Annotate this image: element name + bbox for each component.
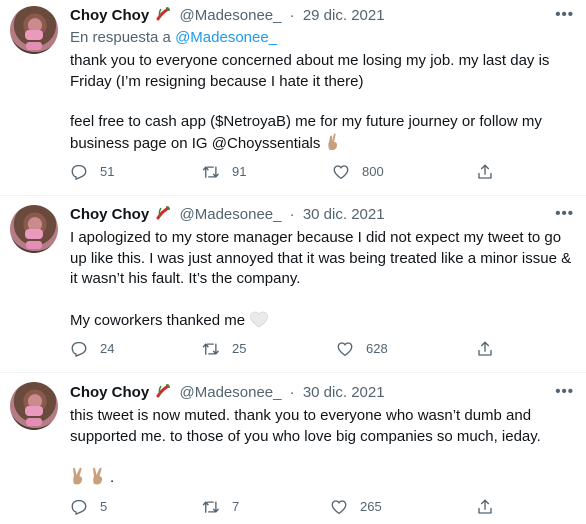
share-icon: [478, 164, 492, 179]
retweet-icon: [202, 166, 219, 178]
like-count: 265: [360, 499, 382, 514]
tweet-header: Choy Choy @Madesonee_ · 29 dic. 2021: [70, 6, 385, 26]
share-icon: [478, 341, 492, 356]
reply-button[interactable]: 51: [70, 163, 114, 181]
retweet-button[interactable]: 91: [202, 163, 246, 181]
tweet-paragraph: I apologized to my store manager because…: [70, 229, 572, 287]
tweet-header: Choy Choy @Madesonee_ · 30 dic. 2021: [70, 383, 385, 403]
retweet-icon: [202, 501, 219, 513]
tweet-paragraph: .: [70, 467, 572, 489]
like-icon: [331, 500, 347, 515]
tweet-actions: 24 25 628: [70, 340, 500, 360]
separator-dot: ·: [289, 206, 295, 223]
tweet-text: I apologized to my store manager because…: [70, 228, 572, 331]
author-handle[interactable]: @Madesonee_: [180, 384, 282, 401]
tweet-actions: 5 7 265: [70, 498, 500, 518]
white-heart-emoji-icon: [250, 311, 269, 327]
retweet-count: 25: [232, 341, 247, 356]
like-count: 628: [366, 341, 388, 356]
reply-count: 24: [100, 341, 115, 356]
retweet-count: 7: [232, 499, 240, 514]
tweet-date[interactable]: 29 dic. 2021: [303, 7, 385, 24]
pepper-emoji-icon: [156, 384, 171, 398]
like-button[interactable]: 265: [330, 498, 382, 516]
tweet-2[interactable]: Choy Choy @Madesonee_ · 30 dic. 2021 •••…: [0, 197, 586, 373]
reply-to-link[interactable]: @Madesonee_: [175, 29, 277, 46]
reply-count: 51: [100, 164, 115, 179]
tweet-paragraph: this tweet is now muted. thank you to ev…: [70, 407, 541, 445]
reply-count: 5: [100, 499, 108, 514]
crossed-fingers-emoji-icon: [327, 132, 337, 150]
victory-hand-emoji-icon: [93, 467, 103, 485]
tweet-header: Choy Choy @Madesonee_ · 30 dic. 2021: [70, 205, 385, 225]
retweet-count: 91: [232, 164, 247, 179]
author-name[interactable]: Choy Choy: [70, 7, 149, 24]
like-button[interactable]: 800: [332, 163, 384, 181]
reply-icon: [71, 164, 87, 180]
tweet-3[interactable]: Choy Choy @Madesonee_ · 30 dic. 2021 •••…: [0, 374, 586, 524]
share-button[interactable]: [476, 163, 506, 181]
author-handle[interactable]: @Madesonee_: [180, 206, 282, 223]
separator-dot: ·: [289, 7, 295, 24]
author-name[interactable]: Choy Choy: [70, 384, 149, 401]
like-icon: [333, 165, 349, 180]
reply-prefix: En respuesta a: [70, 29, 171, 46]
tweet-paragraph: thank you to everyone concerned about me…: [70, 52, 550, 90]
retweet-button[interactable]: 7: [202, 498, 239, 516]
tweet-text: this tweet is now muted. thank you to ev…: [70, 406, 572, 489]
more-icon[interactable]: •••: [555, 383, 574, 400]
tweet-1[interactable]: Choy Choy @Madesonee_ · 29 dic. 2021 •••…: [0, 0, 586, 196]
share-button[interactable]: [476, 340, 506, 358]
separator-dot: ·: [289, 384, 295, 401]
tweet-paragraph: feel free to cash app ($NetroyaB) me for…: [70, 113, 542, 152]
avatar[interactable]: [10, 382, 58, 430]
like-count: 800: [362, 164, 384, 179]
tweet-date[interactable]: 30 dic. 2021: [303, 384, 385, 401]
reply-context: En respuesta a @Madesonee_: [70, 29, 277, 46]
author-name[interactable]: Choy Choy: [70, 206, 149, 223]
tweet-date[interactable]: 30 dic. 2021: [303, 206, 385, 223]
pepper-emoji-icon: [156, 206, 171, 220]
like-icon: [337, 342, 353, 357]
reply-icon: [71, 341, 87, 357]
like-button[interactable]: 628: [336, 340, 388, 358]
share-button[interactable]: [476, 498, 506, 516]
pepper-emoji-icon: [156, 7, 171, 21]
victory-hand-emoji-icon: [73, 467, 83, 485]
reply-button[interactable]: 5: [70, 498, 107, 516]
tweet-actions: 51 91 800: [70, 163, 500, 183]
tweet-text: thank you to everyone concerned about me…: [70, 51, 572, 154]
reply-button[interactable]: 24: [70, 340, 114, 358]
avatar[interactable]: [10, 6, 58, 54]
tweet-paragraph: My coworkers thanked me: [70, 310, 572, 332]
share-icon: [478, 499, 492, 514]
retweet-icon: [202, 343, 219, 355]
avatar[interactable]: [10, 205, 58, 253]
more-icon[interactable]: •••: [555, 205, 574, 222]
more-icon[interactable]: •••: [555, 6, 574, 23]
author-handle[interactable]: @Madesonee_: [180, 7, 282, 24]
retweet-button[interactable]: 25: [202, 340, 246, 358]
reply-icon: [71, 499, 87, 515]
